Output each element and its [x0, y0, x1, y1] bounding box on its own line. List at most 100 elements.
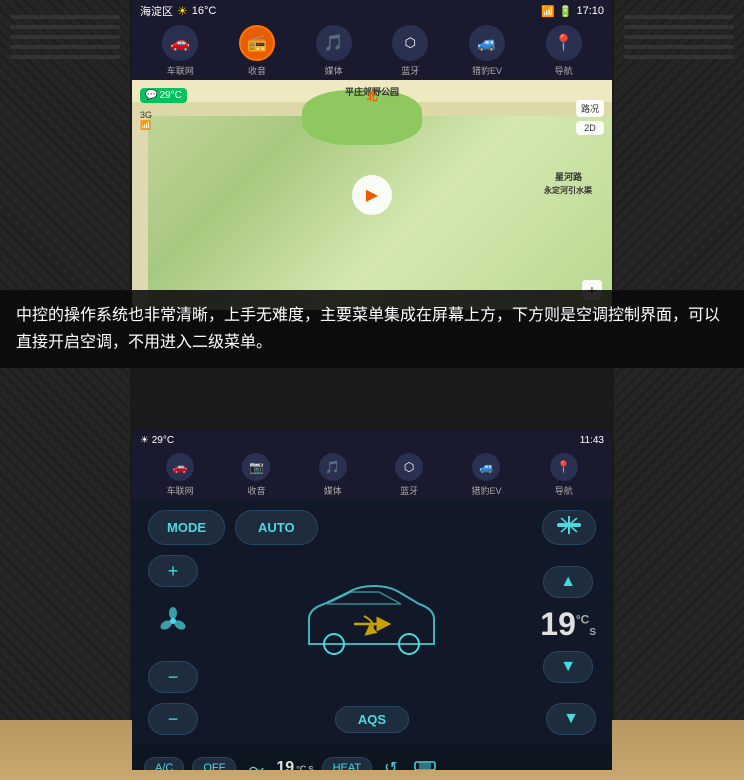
wechat-count: 29°C: [159, 90, 181, 101]
bottom-nav-carlink[interactable]: 🚗 车联网: [166, 453, 194, 497]
airflow-display: [198, 574, 540, 674]
temp-down-button[interactable]: ▼: [543, 651, 593, 683]
temperature-display-large: 19°CS: [540, 606, 596, 643]
ac-control-panel: MODE AUTO +: [132, 500, 612, 745]
traffic-btn[interactable]: 路况: [576, 100, 604, 117]
temp-sub: S: [589, 627, 596, 638]
bottom-nav-icon: 📍: [550, 453, 578, 481]
aqs-button[interactable]: AQS: [335, 706, 409, 733]
bottom-status-bar: ☀ 29°C 11:43: [132, 430, 612, 450]
nav-label: 导航: [555, 64, 573, 77]
bluetooth-icon: ⬡: [392, 25, 428, 61]
fan-speed-minus-button[interactable]: −: [148, 661, 198, 693]
bottom-ev-icon: 🚙: [472, 453, 500, 481]
battery-icon: 🔋: [559, 5, 573, 18]
map-display[interactable]: 💬 29°C 3G📶 平庄郊野公园 星河路 永定河引水渠 北 ▶ 路况 2D +: [132, 80, 612, 310]
ac-off-button[interactable]: OFF: [192, 757, 236, 770]
bottom-nav-label: 导航: [555, 484, 573, 497]
top-nav-icons-row: 🚗 车联网 📻 收音 🎵 媒体 ⬡ 蓝牙 🚙 猎豹EV 📍 导航: [132, 22, 612, 80]
mode-button[interactable]: MODE: [148, 510, 225, 545]
bottom-nav-radio[interactable]: 📷 收音: [242, 453, 270, 497]
auto-button[interactable]: AUTO: [235, 510, 318, 545]
rear-defrost-icon: [414, 758, 436, 771]
nav-icon: 📍: [546, 25, 582, 61]
recirculate-button[interactable]: ↺: [380, 756, 401, 770]
ac-aqs-row: − AQS ▼: [148, 703, 596, 735]
bottom-nav-bluetooth[interactable]: ⬡ 蓝牙: [395, 453, 423, 497]
temperature-controls: ▲ 19°CS ▼: [540, 566, 596, 683]
fan-icon: [159, 607, 187, 641]
star-river-road-label: 星河路: [555, 170, 582, 183]
nav-bluetooth[interactable]: ⬡ 蓝牙: [392, 25, 428, 77]
bottom-ev-label: 猎豹EV: [471, 484, 501, 497]
car-airflow-svg: [289, 574, 449, 674]
wind-mode-button[interactable]: 〜: [244, 754, 268, 770]
map-road-vertical-1: [132, 116, 148, 310]
ac-footer-controls: A/C OFF 〜 19°CS HEAT ↺: [132, 745, 612, 770]
bluetooth-label: 蓝牙: [401, 64, 419, 77]
right-down-button[interactable]: ▼: [546, 703, 596, 735]
nav-carlink[interactable]: 🚗 车联网: [162, 25, 198, 77]
wechat-icon: 💬: [145, 90, 157, 101]
ev-icon: 🚙: [469, 25, 505, 61]
bottom-bluetooth-label: 蓝牙: [400, 484, 418, 497]
north-indicator: 北: [367, 88, 378, 104]
nav-ev[interactable]: 🚙 猎豹EV: [469, 25, 505, 77]
bottom-nav-navigation[interactable]: 📍 导航: [550, 453, 578, 497]
temp-up-button[interactable]: ▲: [543, 566, 593, 598]
bottom-status-right: 11:43: [580, 435, 604, 446]
defrost-icon: [555, 516, 583, 534]
top-status-bar: 海淀区 ☀ 16°C 📶 🔋 17:10: [132, 0, 612, 22]
commentary-text-overlay: 中控的操作系统也非常清晰，上手无难度，主要菜单集成在屏幕上方，下方则是空调控制界…: [0, 290, 744, 368]
media-icon: 🎵: [316, 25, 352, 61]
bottom-nav-ev[interactable]: 🚙 猎豹EV: [471, 453, 501, 497]
footer-temp-value: 19: [276, 759, 294, 770]
bottom-nav-media[interactable]: 🎵 媒体: [319, 453, 347, 497]
status-right: 📶 🔋 17:10: [541, 5, 604, 18]
fan-speed-plus-button[interactable]: +: [148, 555, 198, 587]
temperature-display: 16°C: [192, 5, 217, 17]
bottom-bluetooth-icon: ⬡: [395, 453, 423, 481]
nav-navigation[interactable]: 📍 导航: [546, 25, 582, 77]
rear-defrost-button[interactable]: [410, 756, 440, 771]
radio-icon: 📻: [239, 25, 275, 61]
ev-label: 猎豹EV: [472, 64, 502, 77]
bottom-carlink-icon: 🚗: [166, 453, 194, 481]
weather-icon: ☀: [177, 4, 188, 18]
yongding-canal-label: 永定河引水渠: [544, 185, 592, 196]
bottom-media-icon: 🎵: [319, 453, 347, 481]
carbon-fiber-left: [0, 0, 130, 780]
carlink-icon: 🚗: [162, 25, 198, 61]
radio-label: 收音: [248, 64, 266, 77]
temp-unit: °C: [576, 612, 589, 626]
status-left: 海淀区 ☀ 16°C: [140, 3, 216, 19]
nav-radio[interactable]: 📻 收音: [239, 25, 275, 77]
bottom-status-left: ☀ 29°C: [140, 435, 174, 446]
ac-controls-middle: + −: [148, 555, 596, 693]
ac-mode-row: MODE AUTO: [148, 510, 596, 545]
wechat-notification: 💬 29°C: [140, 88, 187, 103]
bottom-radio-label: 收音: [247, 484, 265, 497]
ac-on-button[interactable]: A/C: [144, 757, 184, 770]
location-text: 海淀区: [140, 3, 173, 19]
bottom-ac-screen: ☀ 29°C 11:43 🚗 车联网 📷 收音 🎵 媒体 ⬡ 蓝牙 🚙 猎豹EV: [132, 430, 612, 770]
bottom-time: 11:43: [580, 435, 604, 446]
bottom-radio-icon: 📷: [242, 453, 270, 481]
fan-speed-controls: + −: [148, 555, 198, 693]
left-minus-button[interactable]: −: [148, 703, 198, 735]
temp-value: 19: [540, 606, 576, 642]
map-right-panel: 路况 2D: [576, 100, 604, 135]
heat-button[interactable]: HEAT: [322, 757, 373, 770]
signal-strength: 3G📶: [140, 110, 152, 131]
commentary-paragraph: 中控的操作系统也非常清晰，上手无难度，主要菜单集成在屏幕上方，下方则是空调控制界…: [16, 302, 728, 356]
defrost-button[interactable]: [542, 510, 596, 545]
signal-icon: 📶: [541, 5, 555, 18]
map-play-button[interactable]: ▶: [352, 175, 392, 215]
bottom-nav-icons-row: 🚗 车联网 📷 收音 🎵 媒体 ⬡ 蓝牙 🚙 猎豹EV 📍 导航: [132, 450, 612, 500]
carbon-fiber-right: [614, 0, 744, 780]
time-display: 17:10: [576, 5, 604, 17]
nav-media[interactable]: 🎵 媒体: [316, 25, 352, 77]
carlink-label: 车联网: [167, 64, 194, 77]
view-mode-btn[interactable]: 2D: [576, 121, 604, 135]
bottom-weather-icon: ☀: [140, 435, 149, 446]
